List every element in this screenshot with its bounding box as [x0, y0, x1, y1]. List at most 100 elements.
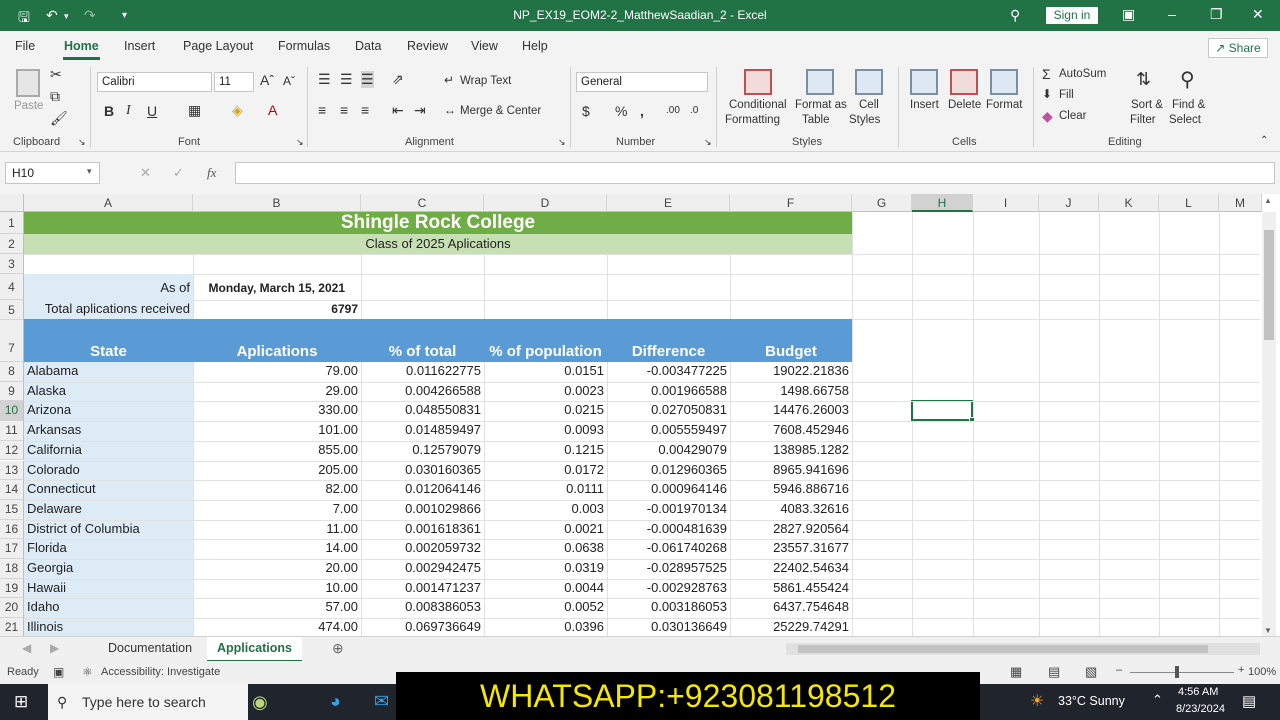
conditional-formatting-line1[interactable]: Conditional: [729, 99, 787, 111]
scroll-up-icon[interactable]: ▲: [1264, 196, 1272, 205]
accessibility-status[interactable]: Accessibility: Investigate: [101, 666, 220, 678]
find-select-line1[interactable]: Find &: [1172, 99, 1205, 111]
add-sheet-icon[interactable]: ⊕: [332, 640, 344, 657]
restore-icon[interactable]: ❐: [1210, 6, 1223, 23]
column-header-i[interactable]: I: [973, 194, 1039, 212]
align-center-icon[interactable]: ≡: [340, 102, 348, 118]
cell-pct-population[interactable]: 0.0638: [484, 540, 607, 555]
sign-in-button[interactable]: Sign in: [1046, 7, 1098, 24]
column-header-b[interactable]: B: [193, 194, 361, 212]
column-header-g[interactable]: G: [852, 194, 912, 212]
tab-formulas[interactable]: Formulas: [278, 39, 330, 53]
cell-difference[interactable]: -0.002928763: [607, 580, 730, 595]
cell-state[interactable]: District of Columbia: [24, 521, 193, 536]
fill-handle[interactable]: [969, 417, 975, 423]
column-header-j[interactable]: J: [1039, 194, 1099, 212]
cell-styles-line2[interactable]: Styles: [849, 114, 880, 126]
cell-difference[interactable]: -0.028957525: [607, 560, 730, 575]
cell-budget[interactable]: 4083.32616: [730, 501, 852, 516]
clear-icon[interactable]: ◆: [1042, 108, 1053, 125]
delete-button[interactable]: Delete: [948, 99, 981, 111]
cell-pct-population[interactable]: 0.0023: [484, 383, 607, 398]
orientation-icon[interactable]: ⇗: [392, 71, 404, 88]
format-painter-icon[interactable]: 🖌: [50, 110, 68, 127]
page-break-view-icon[interactable]: ▧: [1085, 664, 1097, 680]
ribbon-display-icon[interactable]: ▣: [1122, 6, 1135, 23]
align-right-icon[interactable]: ≡: [361, 102, 369, 118]
row-header[interactable]: 8: [0, 362, 24, 382]
cell-applications[interactable]: 57.00: [193, 599, 361, 614]
cell-state[interactable]: Arkansas: [24, 422, 193, 437]
cell-difference[interactable]: -0.003477225: [607, 363, 730, 378]
insert-function-button[interactable]: fx: [207, 165, 216, 181]
share-button[interactable]: ↗ Share: [1208, 38, 1268, 58]
row-header[interactable]: 19: [0, 578, 24, 599]
format-as-table-line1[interactable]: Format as: [795, 99, 847, 111]
column-header-c[interactable]: C: [361, 194, 484, 212]
cell-difference[interactable]: 0.012960365: [607, 462, 730, 477]
cell-budget[interactable]: 138985.1282: [730, 442, 852, 457]
cell-difference[interactable]: 0.00429079: [607, 442, 730, 457]
cell-pct-total[interactable]: 0.008386053: [361, 599, 484, 614]
decrease-decimal-icon[interactable]: .0: [690, 105, 698, 116]
currency-icon[interactable]: $: [582, 103, 590, 119]
cell-state[interactable]: Colorado: [24, 462, 193, 477]
column-header-k[interactable]: K: [1099, 194, 1159, 212]
cell-budget[interactable]: 23557.31677: [730, 540, 852, 555]
zoom-out-icon[interactable]: –: [1116, 664, 1122, 676]
column-header-f[interactable]: F: [730, 194, 852, 212]
scroll-down-icon[interactable]: ▼: [1264, 626, 1272, 635]
cell-state[interactable]: Arizona: [24, 402, 193, 417]
tab-file[interactable]: File: [15, 39, 35, 53]
cell-state[interactable]: Delaware: [24, 501, 193, 516]
weather-text[interactable]: 33°C Sunny: [1058, 694, 1125, 708]
autosum-icon[interactable]: Σ: [1042, 66, 1051, 82]
edge-browser-icon[interactable]: ◕: [330, 691, 341, 712]
column-header-a[interactable]: A: [24, 194, 193, 212]
macro-record-icon[interactable]: ▣: [53, 665, 64, 679]
autosum-button[interactable]: AutoSum: [1059, 68, 1106, 80]
cell-pct-total[interactable]: 0.069736649: [361, 619, 484, 634]
formula-input[interactable]: [235, 162, 1275, 184]
row-header[interactable]: 20: [0, 598, 24, 619]
cell-budget[interactable]: 8965.941696: [730, 462, 852, 477]
row-header[interactable]: 11: [0, 421, 24, 441]
cell-styles-line1[interactable]: Cell: [859, 99, 879, 111]
cell-applications[interactable]: 7.00: [193, 501, 361, 516]
tray-chevron-icon[interactable]: ⌃: [1152, 692, 1163, 708]
horizontal-scroll-thumb[interactable]: [798, 645, 1208, 653]
cell-budget[interactable]: 25229.74291: [730, 619, 852, 634]
worksheet-grid[interactable]: A B C D E F G H I J K L M 1 2 3 4 5 7 Sh…: [0, 194, 1280, 636]
cell-budget[interactable]: 6437.754648: [730, 599, 852, 614]
decrease-font-icon[interactable]: Aˇ: [283, 74, 295, 88]
minimize-icon[interactable]: –: [1168, 6, 1176, 22]
cell-pct-population[interactable]: 0.0319: [484, 560, 607, 575]
taskbar-search[interactable]: ⚲ Type here to search: [48, 684, 248, 720]
cell-state[interactable]: Alabama: [24, 363, 193, 378]
name-box[interactable]: H10: [5, 162, 100, 184]
cell-styles-icon[interactable]: [855, 69, 883, 95]
cell-pct-total[interactable]: 0.012064146: [361, 481, 484, 496]
tab-help[interactable]: Help: [522, 39, 548, 53]
column-header-l[interactable]: L: [1159, 194, 1219, 212]
windows-start-icon[interactable]: ⊞: [14, 692, 28, 712]
row-header[interactable]: 13: [0, 460, 24, 481]
row-header[interactable]: 15: [0, 499, 24, 520]
row-header[interactable]: 7: [0, 320, 24, 362]
wrap-text-icon[interactable]: ↵: [444, 73, 454, 87]
cell-budget[interactable]: 2827.920564: [730, 521, 852, 536]
cut-icon[interactable]: ✂: [50, 66, 62, 83]
underline-icon[interactable]: U: [147, 103, 157, 119]
sort-filter-icon[interactable]: ⇅: [1136, 69, 1151, 90]
column-header-h[interactable]: H: [912, 194, 973, 212]
align-bottom-icon[interactable]: ☰: [361, 71, 374, 88]
cancel-icon[interactable]: ✕: [140, 165, 151, 181]
cell-difference[interactable]: -0.061740268: [607, 540, 730, 555]
tab-review[interactable]: Review: [407, 39, 448, 53]
cell-pct-population[interactable]: 0.0093: [484, 422, 607, 437]
format-as-table-line2[interactable]: Table: [802, 114, 830, 126]
row-header[interactable]: 14: [0, 480, 24, 500]
tab-view[interactable]: View: [471, 39, 498, 53]
select-all-button[interactable]: [0, 194, 24, 212]
row-header[interactable]: 4: [0, 274, 24, 300]
